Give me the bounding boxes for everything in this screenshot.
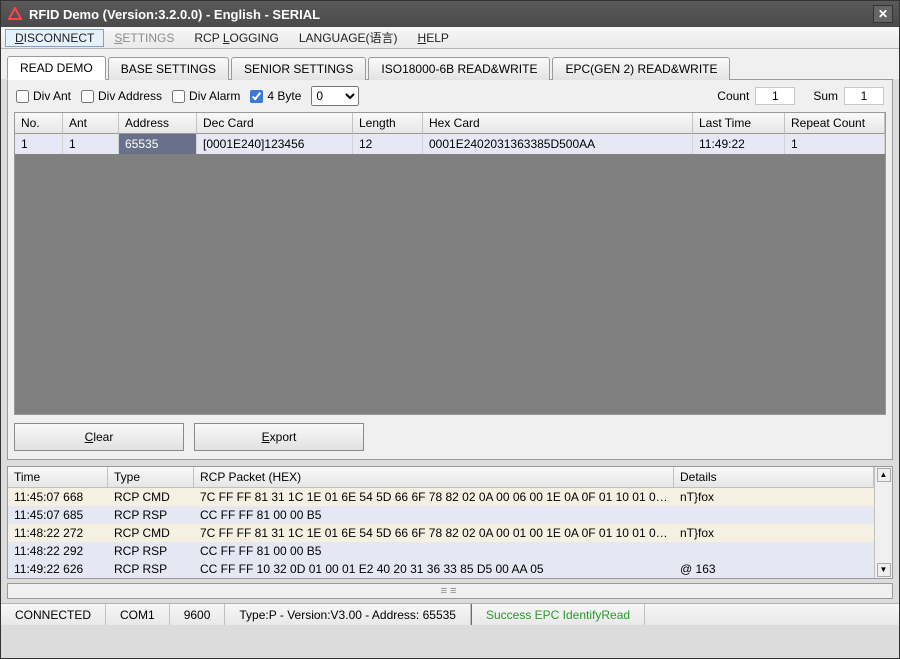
log-cell-details: @ 163	[674, 560, 874, 578]
byte-select[interactable]: 0	[311, 86, 359, 106]
log-cell-type: RCP CMD	[108, 524, 194, 542]
clear-button[interactable]: ClearClear	[14, 423, 184, 451]
menu-disconnect[interactable]: DDISCONNECTISCONNECT	[5, 29, 104, 47]
menu-language[interactable]: LANGUAGE(语言)	[289, 27, 408, 48]
button-row: ClearClear ExportExport	[8, 415, 892, 459]
col-address[interactable]: Address	[119, 113, 197, 134]
col-repeat-count[interactable]: Repeat Count	[785, 113, 885, 134]
log-cell-type: RCP RSP	[108, 542, 194, 560]
scroll-up-icon[interactable]: ▲	[877, 468, 891, 482]
menubar: DDISCONNECTISCONNECT SETTINGSSETTINGS RC…	[1, 27, 899, 49]
grid-body: 1 1 65535 [0001E240]123456 12 0001E24020…	[15, 134, 885, 414]
divant-checkbox[interactable]: Div Ant	[16, 89, 71, 103]
cell-dec: [0001E240]123456	[197, 134, 353, 154]
divaddress-checkbox[interactable]: Div Address	[81, 89, 162, 103]
log-cell-packet: 7C FF FF 81 31 1C 1E 01 6E 54 5D 66 6F 7…	[194, 488, 674, 506]
status-success: Success EPC IdentifyRead	[471, 604, 645, 625]
cell-length: 12	[353, 134, 423, 154]
log-panel: Time Type RCP Packet (HEX) Details 11:45…	[7, 466, 893, 579]
tab-read-demo[interactable]: READ DEMO	[7, 56, 106, 80]
log-cell-time: 11:45:07 685	[8, 506, 108, 524]
cell-no: 1	[15, 134, 63, 154]
col-ant[interactable]: Ant	[63, 113, 119, 134]
tab-iso18000[interactable]: ISO18000-6B READ&WRITE	[368, 57, 550, 80]
horizontal-scrollbar[interactable]: ≡≡	[7, 583, 893, 599]
grid-header: No. Ant Address Dec Card Length Hex Card…	[15, 113, 885, 134]
export-button[interactable]: ExportExport	[194, 423, 364, 451]
log-cell-details	[674, 542, 874, 560]
log-col-time[interactable]: Time	[8, 467, 108, 487]
scroll-grip-icon: ≡≡	[441, 585, 460, 597]
log-cell-details: nT}fox	[674, 488, 874, 506]
tab-senior-settings[interactable]: SENIOR SETTINGS	[231, 57, 366, 80]
log-cell-packet: CC FF FF 10 32 0D 01 00 01 E2 40 20 31 3…	[194, 560, 674, 578]
log-cell-details: nT}fox	[674, 524, 874, 542]
status-version: Type:P - Version:V3.00 - Address: 65535	[225, 604, 471, 625]
col-hex-card[interactable]: Hex Card	[423, 113, 693, 134]
col-dec-card[interactable]: Dec Card	[197, 113, 353, 134]
4byte-checkbox[interactable]: 4 Byte	[250, 89, 301, 103]
menu-help[interactable]: HELPHELP	[408, 29, 459, 47]
log-scrollbar[interactable]: ▲ ▼	[874, 467, 892, 578]
log-row[interactable]: 11:48:22 272RCP CMD7C FF FF 81 31 1C 1E …	[8, 524, 874, 542]
log-cell-time: 11:48:22 292	[8, 542, 108, 560]
log-col-details[interactable]: Details	[674, 467, 874, 487]
col-last-time[interactable]: Last Time	[693, 113, 785, 134]
col-length[interactable]: Length	[353, 113, 423, 134]
cell-ant: 1	[63, 134, 119, 154]
status-baud: 9600	[170, 604, 226, 625]
log-col-type[interactable]: Type	[108, 467, 194, 487]
log-cell-packet: CC FF FF 81 00 00 B5	[194, 506, 674, 524]
log-cell-type: RCP CMD	[108, 488, 194, 506]
table-row[interactable]: 1 1 65535 [0001E240]123456 12 0001E24020…	[15, 134, 885, 154]
cell-repeat: 1	[785, 134, 885, 154]
log-row[interactable]: 11:48:22 292RCP RSPCC FF FF 81 00 00 B5	[8, 542, 874, 560]
col-no[interactable]: No.	[15, 113, 63, 134]
sum-value: 1	[844, 87, 884, 105]
log-cell-type: RCP RSP	[108, 560, 194, 578]
cell-address: 65535	[119, 134, 197, 154]
status-port: COM1	[106, 604, 170, 625]
menu-settings[interactable]: SETTINGSSETTINGS	[104, 29, 184, 47]
result-grid[interactable]: No. Ant Address Dec Card Length Hex Card…	[14, 112, 886, 415]
statusbar: CONNECTED COM1 9600 Type:P - Version:V3.…	[1, 603, 899, 625]
log-cell-details	[674, 506, 874, 524]
sum-label: Sum	[813, 89, 838, 103]
titlebar: RFID Demo (Version:3.2.0.0) - English - …	[1, 1, 899, 27]
cell-last-time: 11:49:22	[693, 134, 785, 154]
tab-base-settings[interactable]: BASE SETTINGS	[108, 57, 229, 80]
options-row: Div Ant Div Address Div Alarm 4 Byte 0 C…	[8, 80, 892, 112]
read-demo-pane: Div Ant Div Address Div Alarm 4 Byte 0 C…	[7, 79, 893, 460]
tabstrip: READ DEMO BASE SETTINGS SENIOR SETTINGS …	[1, 49, 899, 79]
close-button[interactable]: ✕	[873, 5, 893, 23]
log-col-packet[interactable]: RCP Packet (HEX)	[194, 467, 674, 487]
app-icon	[7, 6, 23, 22]
log-cell-packet: 7C FF FF 81 31 1C 1E 01 6E 54 5D 66 6F 7…	[194, 524, 674, 542]
log-cell-time: 11:45:07 668	[8, 488, 108, 506]
count-label: Count	[717, 89, 749, 103]
log-cell-time: 11:48:22 272	[8, 524, 108, 542]
count-value: 1	[755, 87, 795, 105]
menu-rcp-logging[interactable]: RCP LOGGINGRCP LOGGING	[184, 29, 288, 47]
status-connected: CONNECTED	[1, 604, 106, 625]
log-row[interactable]: 11:49:22 626RCP RSPCC FF FF 10 32 0D 01 …	[8, 560, 874, 578]
scroll-down-icon[interactable]: ▼	[877, 563, 891, 577]
tab-epc-gen2[interactable]: EPC(GEN 2) READ&WRITE	[552, 57, 730, 80]
log-row[interactable]: 11:45:07 685RCP RSPCC FF FF 81 00 00 B5	[8, 506, 874, 524]
log-row[interactable]: 11:45:07 668RCP CMD7C FF FF 81 31 1C 1E …	[8, 488, 874, 506]
window-title: RFID Demo (Version:3.2.0.0) - English - …	[29, 7, 873, 22]
log-cell-type: RCP RSP	[108, 506, 194, 524]
log-cell-time: 11:49:22 626	[8, 560, 108, 578]
log-cell-packet: CC FF FF 81 00 00 B5	[194, 542, 674, 560]
log-header: Time Type RCP Packet (HEX) Details	[8, 467, 874, 488]
divalarm-checkbox[interactable]: Div Alarm	[172, 89, 240, 103]
cell-hex: 0001E2402031363385D500AA	[423, 134, 693, 154]
